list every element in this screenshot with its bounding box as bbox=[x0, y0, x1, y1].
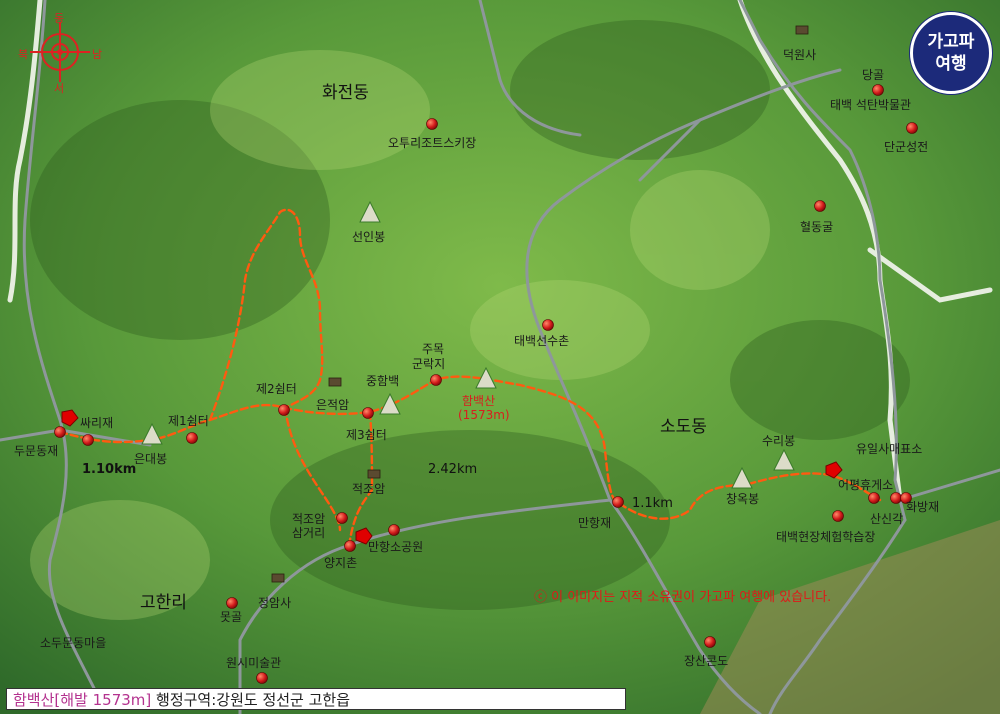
temple-icon bbox=[367, 469, 381, 479]
location-marker-icon bbox=[906, 122, 918, 134]
place-eopyeong: 어평휴게소 bbox=[838, 478, 894, 492]
place-jumok: 주목 bbox=[422, 342, 445, 356]
place-ssarijae: 싸리재 bbox=[80, 416, 114, 430]
temple-icon bbox=[795, 25, 809, 35]
place-jangsan: 장산콘도 bbox=[684, 654, 729, 668]
compass-east-label: 동 bbox=[54, 12, 65, 25]
place-shelter3: 제3쉼터 bbox=[346, 428, 387, 442]
location-marker-icon bbox=[704, 636, 716, 648]
location-marker-icon bbox=[82, 434, 94, 446]
temple-icon bbox=[328, 377, 342, 387]
location-marker-icon bbox=[344, 540, 356, 552]
temple-icon bbox=[271, 573, 285, 583]
place-gunrakji: 군락지 bbox=[412, 357, 446, 371]
location-marker-icon bbox=[832, 510, 844, 522]
peak-elevation: (1573m) bbox=[458, 408, 510, 422]
compass-south-label: 남 bbox=[92, 48, 103, 61]
place-dumundongjae: 두문동재 bbox=[14, 444, 59, 458]
place-dangunseongjeon: 단군성전 bbox=[884, 140, 929, 154]
place-taebaek-athletes: 태백선수촌 bbox=[514, 334, 570, 348]
place-jeokjoam-junction-2: 삼거리 bbox=[292, 526, 326, 540]
place-jeongamsa: 정암사 bbox=[258, 596, 292, 610]
place-eunjeokam: 은적암 bbox=[316, 398, 350, 412]
place-wonsi: 원시미술관 bbox=[226, 656, 282, 670]
copyright-notice: ⓒ 이 이미지는 지적 소유권이 가고파 여행에 있습니다. bbox=[534, 590, 832, 605]
distance-label: 1.10km bbox=[82, 462, 137, 477]
location-marker-icon bbox=[868, 492, 880, 504]
place-yuil: 유일사매표소 bbox=[856, 442, 923, 456]
distance-label: 1.1km bbox=[632, 496, 673, 511]
place-hyeoldonggul: 혈동굴 bbox=[800, 220, 834, 234]
place-shelter2: 제2쉼터 bbox=[256, 382, 297, 396]
place-yangjichon: 양지촌 bbox=[324, 556, 358, 570]
location-marker-icon bbox=[872, 84, 884, 96]
place-manhangjae: 만항재 bbox=[578, 516, 612, 530]
place-sansingak: 산신각 bbox=[870, 512, 904, 526]
place-coal-museum: 태백 석탄박물관 bbox=[830, 98, 912, 112]
region-sodo: 소도동 bbox=[660, 417, 707, 437]
brand-logo-line1: 가고파 bbox=[927, 32, 975, 52]
distance-label: 2.42km bbox=[428, 462, 478, 477]
location-marker-icon bbox=[54, 426, 66, 438]
location-marker-icon bbox=[612, 496, 624, 508]
place-manhang-park: 만항소공원 bbox=[368, 540, 424, 554]
location-marker-icon bbox=[278, 404, 290, 416]
place-hwabangjae: 화방재 bbox=[906, 500, 940, 514]
place-changokbong: 창옥봉 bbox=[726, 492, 760, 506]
place-jeokjoam: 적조암 bbox=[352, 482, 386, 496]
place-jeokjoam-junction-1: 적조암 bbox=[292, 512, 326, 526]
place-seonin: 선인봉 bbox=[352, 230, 386, 244]
peak-name: 함백산 bbox=[462, 394, 496, 408]
region-gohan: 고한리 bbox=[140, 593, 187, 613]
brand-logo: 가고파 여행 bbox=[910, 12, 992, 94]
region-hwajeon: 화전동 bbox=[322, 83, 369, 103]
place-shelter1: 제1쉼터 bbox=[168, 414, 209, 428]
place-danggol: 당골 bbox=[862, 68, 885, 82]
location-marker-icon bbox=[186, 432, 198, 444]
location-marker-icon bbox=[426, 118, 438, 130]
location-marker-icon bbox=[814, 200, 826, 212]
place-eundaebong: 은대봉 bbox=[134, 452, 168, 466]
location-marker-icon bbox=[256, 672, 268, 684]
location-marker-icon bbox=[542, 319, 554, 331]
place-motgol: 못골 bbox=[220, 610, 243, 624]
brand-logo-line2: 여행 bbox=[935, 54, 967, 74]
compass-north-label: 북 bbox=[18, 48, 29, 61]
info-bar-admin: 행정구역:강원도 정선군 고한읍 bbox=[151, 691, 351, 709]
place-sodumun: 소두문동마을 bbox=[40, 636, 107, 650]
info-bar-title: 함백산[해발 1573m] bbox=[13, 691, 152, 709]
location-marker-icon bbox=[890, 492, 902, 504]
place-ohri-resort: 오투리조트스키장 bbox=[388, 136, 477, 150]
place-experience: 태백현장체험학습장 bbox=[776, 530, 876, 544]
place-junghambaek: 중함백 bbox=[366, 374, 400, 388]
info-bar: 함백산[해발 1573m] 행정구역:강원도 정선군 고한읍 bbox=[6, 688, 626, 710]
place-surirbong: 수리봉 bbox=[762, 434, 796, 448]
location-marker-icon bbox=[430, 374, 442, 386]
place-deokwonsa: 덕원사 bbox=[783, 48, 817, 62]
location-marker-icon bbox=[362, 407, 374, 419]
location-marker-icon bbox=[336, 512, 348, 524]
location-marker-icon bbox=[388, 524, 400, 536]
compass-west-label: 서 bbox=[54, 82, 65, 95]
location-marker-icon bbox=[226, 597, 238, 609]
